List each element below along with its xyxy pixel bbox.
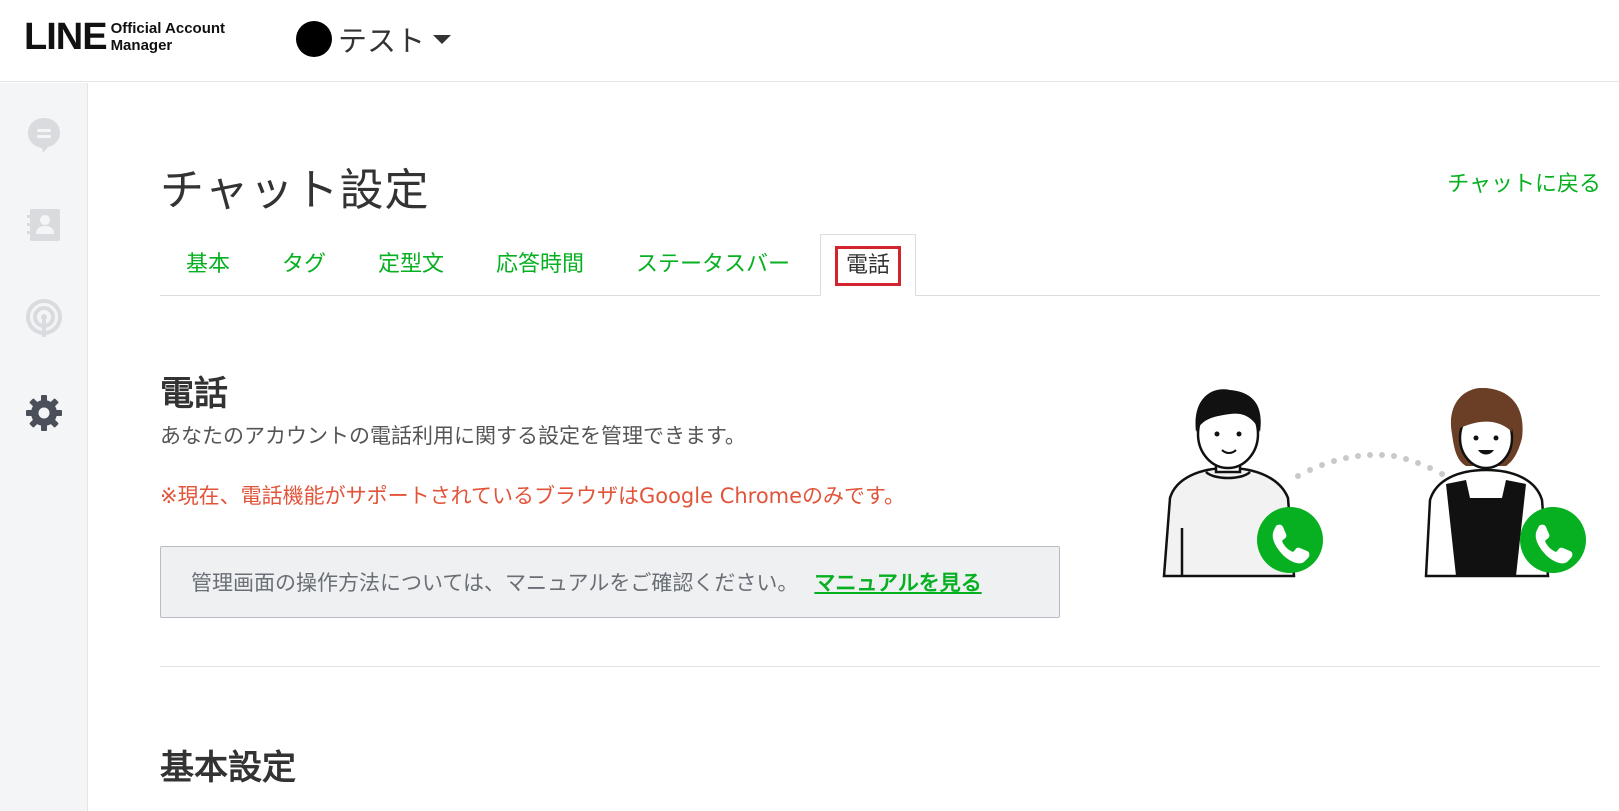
- tab-tags[interactable]: タグ: [282, 234, 326, 296]
- phone-icon-right: [1520, 507, 1586, 573]
- logo-subtitle-line2: Manager: [110, 37, 173, 54]
- basic-settings-title: 基本設定: [160, 748, 296, 788]
- tab-response-hours[interactable]: 応答時間: [496, 234, 584, 296]
- gear-icon: [26, 395, 62, 431]
- tab-status-bar[interactable]: ステータスバー: [636, 234, 790, 296]
- logo-subtitle: Official Account Manager: [111, 20, 225, 54]
- phone-section-title: 電話: [160, 374, 228, 414]
- tab-basic[interactable]: 基本: [186, 234, 230, 296]
- contacts-icon: [27, 209, 60, 241]
- manual-notice-box: 管理画面の操作方法については、マニュアルをご確認ください。 マニュアルを見る: [160, 546, 1060, 618]
- browser-support-warning: ※現在、電話機能がサポートされているブラウザはGoogle Chromeのみです…: [160, 484, 905, 508]
- broadcast-icon: [26, 299, 62, 337]
- sidebar: [0, 83, 88, 811]
- settings-tabs: 基本 タグ 定型文 応答時間 ステータスバー 電話: [160, 234, 1600, 296]
- logo-line-text: LINE: [24, 16, 108, 58]
- view-manual-link[interactable]: マニュアルを見る: [814, 567, 981, 597]
- sidebar-item-contacts[interactable]: [24, 205, 64, 245]
- chevron-down-icon: [433, 34, 452, 44]
- account-switcher[interactable]: テスト: [296, 18, 452, 60]
- sidebar-item-settings[interactable]: [24, 393, 64, 433]
- page-title: チャット設定: [160, 165, 430, 216]
- sidebar-item-chat[interactable]: [24, 115, 64, 155]
- tab-phone-label: 電話: [834, 246, 901, 286]
- phone-call-illustration: [1162, 388, 1586, 578]
- section-divider: [160, 666, 1600, 667]
- top-header: LINE Official Account Manager テスト: [0, 0, 1619, 82]
- phone-icon-left: [1257, 507, 1323, 573]
- tab-templates[interactable]: 定型文: [378, 234, 444, 296]
- line-oa-manager-logo[interactable]: LINE Official Account Manager: [24, 18, 225, 56]
- tab-phone[interactable]: 電話: [820, 234, 916, 296]
- phone-section-description: あなたのアカウントの電話利用に関する設定を管理できます。: [160, 424, 746, 448]
- account-avatar: [296, 21, 332, 57]
- account-name: テスト: [338, 24, 426, 58]
- chat-icon: [28, 118, 60, 153]
- back-to-chat-link[interactable]: チャットに戻る: [1447, 166, 1601, 198]
- manual-notice-text: 管理画面の操作方法については、マニュアルをご確認ください。: [191, 571, 799, 595]
- sidebar-item-broadcast[interactable]: [24, 299, 64, 339]
- logo-subtitle-line1: Official Account: [110, 20, 226, 37]
